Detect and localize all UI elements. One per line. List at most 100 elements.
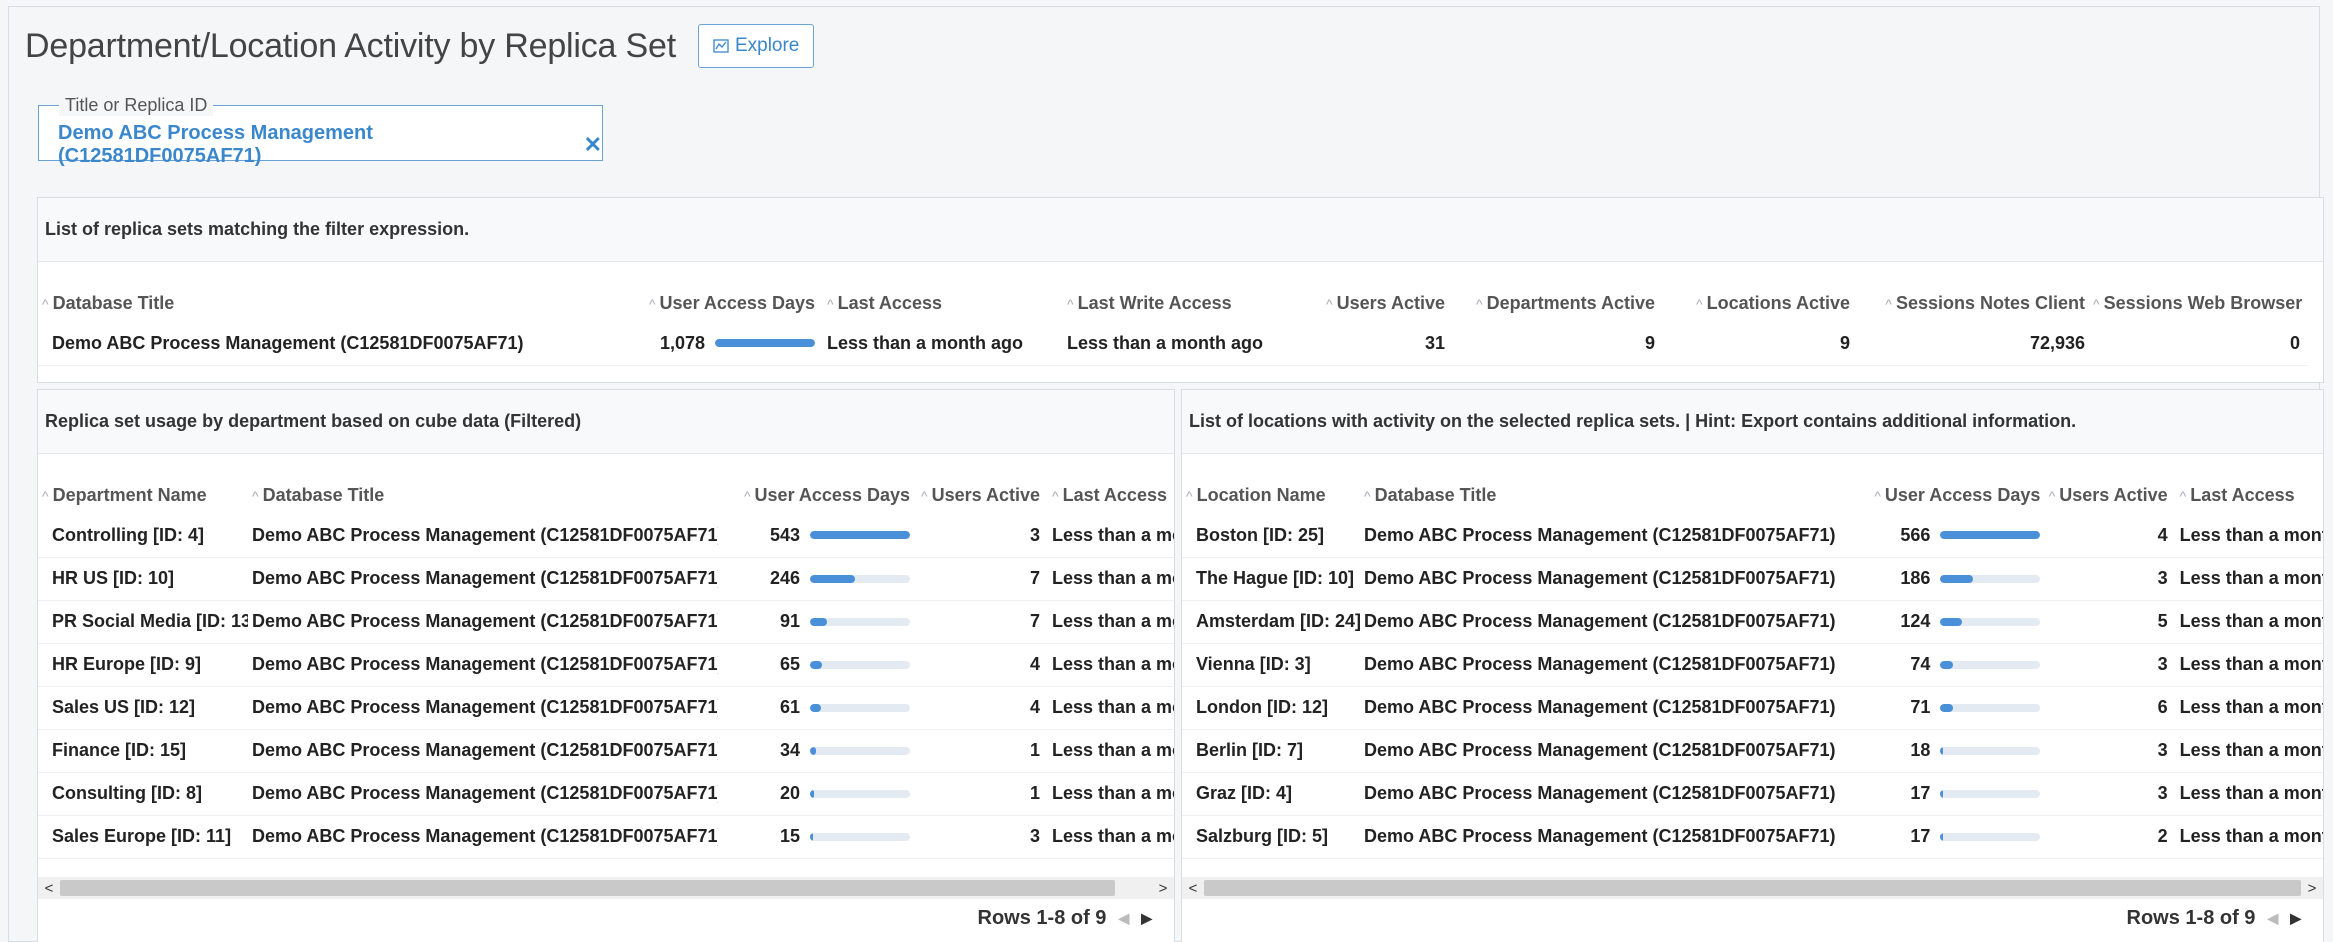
cell-users-active: 4	[918, 643, 1048, 687]
table-row[interactable]: HR Europe [ID: 9] Demo ABC Process Manage…	[38, 643, 1174, 687]
table-row[interactable]: Amsterdam [ID: 24] Demo ABC Process Manag…	[1182, 600, 2323, 644]
cell-database-title: Demo ABC Process Management (C12581DF007…	[248, 729, 718, 773]
prev-page-icon[interactable]: ◀	[2267, 910, 2278, 927]
user-access-days-value: 17	[1910, 826, 1931, 846]
scroll-right-icon[interactable]: >	[1152, 880, 1174, 897]
cell-user-access-days: 65	[718, 643, 918, 687]
table-row[interactable]: Finance [ID: 15] Demo ABC Process Managem…	[38, 729, 1174, 773]
horizontal-scrollbar[interactable]: < >	[1182, 877, 2323, 899]
user-access-days-value: 124	[1900, 611, 1931, 631]
col-header-users-active[interactable]: ^ Users Active	[918, 454, 1048, 514]
col-header-users-active[interactable]: ^ Users Active	[2048, 454, 2175, 514]
user-access-days-value: 543	[769, 524, 800, 545]
table-row[interactable]: Sales US [ID: 12] Demo ABC Process Manage…	[38, 686, 1174, 730]
user-access-days-value: 65	[779, 654, 800, 674]
table-row[interactable]: Demo ABC Process Management (C12581DF007…	[38, 322, 2308, 366]
prev-page-icon[interactable]: ◀	[1118, 910, 1129, 927]
scroll-right-icon[interactable]: >	[2301, 880, 2323, 897]
cell-name: Consulting [ID: 8]	[38, 772, 248, 816]
sort-icon: ^	[42, 488, 49, 504]
cell-users-active: 3	[918, 514, 1048, 558]
cell-user-access-days: 246	[718, 557, 918, 601]
cell-users-active: 3	[2048, 557, 2176, 601]
user-access-days-bar	[810, 746, 910, 755]
table-row[interactable]: HR US [ID: 10] Demo ABC Process Managemen…	[38, 557, 1174, 601]
cell-user-access-days: 74	[1841, 643, 2049, 687]
col-header-sessions-notes-client[interactable]: ^ Sessions Notes Client	[1858, 262, 2093, 322]
user-access-days-value: 18	[1910, 740, 1931, 760]
next-page-icon[interactable]: ▶	[1141, 910, 1152, 927]
col-header-users-active[interactable]: ^ Users Active	[1303, 262, 1453, 322]
cell-name: Sales US [ID: 12]	[38, 686, 248, 730]
bar-fill	[810, 703, 821, 712]
cell-last-access: Less than a month ago	[2175, 815, 2323, 859]
table-row[interactable]: Salzburg [ID: 5] Demo ABC Process Managem…	[1182, 815, 2323, 859]
cell-users-active: 7	[918, 600, 1048, 644]
col-header-user-access-days[interactable]: ^ User Access Days	[718, 454, 918, 514]
explore-button[interactable]: Explore	[697, 24, 815, 68]
horizontal-scrollbar[interactable]: < >	[38, 877, 1174, 899]
user-access-days-bar	[715, 339, 815, 348]
col-header-last-access[interactable]: ^ Last Access	[2176, 454, 2323, 514]
table-row[interactable]: PR Social Media [ID: 13] Demo ABC Process…	[38, 600, 1174, 644]
scroll-left-icon[interactable]: <	[1182, 880, 1204, 897]
user-access-days-bar	[1940, 789, 2041, 798]
sort-icon: ^	[2048, 488, 2056, 504]
table-row[interactable]: Controlling [ID: 4] Demo ABC Process Mana…	[38, 514, 1174, 558]
user-access-days-bar	[1940, 617, 2041, 626]
cell-name: Berlin [ID: 7]	[1182, 729, 1361, 773]
col-header-department-name[interactable]: ^ Department Name	[38, 454, 248, 514]
cell-user-access-days: 20	[718, 772, 918, 816]
scrollbar-thumb[interactable]	[1204, 880, 2301, 896]
cell-last-access: Less than a month	[1048, 772, 1174, 816]
filter-value-text: Demo ABC Process Management (C12581DF007…	[58, 122, 373, 167]
cell-database-title: Demo ABC Process Management (C12581DF007…	[1360, 600, 1842, 644]
cell-user-access-days: 18	[1841, 729, 2049, 773]
table-row[interactable]: London [ID: 12] Demo ABC Process Manageme…	[1182, 686, 2323, 730]
table-row[interactable]: The Hague [ID: 10] Demo ABC Process Manag…	[1182, 557, 2323, 601]
cell-name: Amsterdam [ID: 24]	[1182, 600, 1361, 644]
col-header-database-title[interactable]: ^ Database Title	[38, 262, 603, 322]
pagination: Rows 1-8 of 9 ◀ ▶	[2127, 906, 2301, 930]
user-access-days-value: 20	[779, 783, 800, 803]
cell-user-access-days: 1,078	[603, 322, 823, 366]
col-header-departments-active[interactable]: ^ Departments Active	[1453, 262, 1663, 322]
cell-database-title: Demo ABC Process Management (C12581DF007…	[38, 322, 603, 366]
col-header-last-access[interactable]: ^ Last Access	[823, 262, 1063, 322]
col-header-user-access-days[interactable]: ^ User Access Days	[603, 262, 823, 322]
table-row[interactable]: Berlin [ID: 7] Demo ABC Process Managemen…	[1182, 729, 2323, 773]
user-access-days-value: 566	[1900, 524, 1931, 545]
col-header-database-title[interactable]: ^ Database Title	[248, 454, 718, 514]
cell-last-access: Less than a month	[1048, 815, 1174, 859]
col-header-database-title[interactable]: ^ Database Title	[1360, 454, 1841, 514]
dashboard-page: Department/Location Activity by Replica …	[8, 6, 2324, 942]
col-header-user-access-days[interactable]: ^ User Access Days	[1841, 454, 2048, 514]
col-header-last-write-access[interactable]: ^ Last Write Access	[1063, 262, 1303, 322]
replica-sets-panel: List of replica sets matching the filter…	[37, 197, 2324, 383]
next-page-icon[interactable]: ▶	[2290, 910, 2301, 927]
col-header-location-name[interactable]: ^ Location Name	[1182, 454, 1360, 514]
cell-users-active: 31	[1303, 322, 1453, 366]
bar-fill	[1940, 531, 2041, 540]
bar-fill	[1940, 832, 1944, 841]
table-row[interactable]: Vienna [ID: 3] Demo ABC Process Managemen…	[1182, 643, 2323, 687]
cell-last-access: Less than a month	[1048, 643, 1174, 687]
cell-user-access-days: 17	[1841, 772, 2049, 816]
table-row[interactable]: Graz [ID: 4] Demo ABC Process Management …	[1182, 772, 2323, 816]
cell-last-write-access: Less than a month ago	[1063, 322, 1303, 366]
user-access-days-value: 34	[779, 740, 800, 760]
bar-fill	[1940, 574, 1974, 583]
col-header-sessions-web-browser[interactable]: ^ Sessions Web Browser	[2093, 262, 2308, 322]
col-header-locations-active[interactable]: ^ Locations Active	[1663, 262, 1858, 322]
replica-filter-field[interactable]: Title or Replica ID Demo ABC Process Man…	[38, 95, 603, 167]
user-access-days-value: 91	[779, 611, 800, 631]
bar-fill	[1940, 789, 1944, 798]
clear-filter-icon[interactable]: ✕	[584, 132, 602, 158]
table-row[interactable]: Sales Europe [ID: 11] Demo ABC Process Ma…	[38, 815, 1174, 859]
table-row[interactable]: Consulting [ID: 8] Demo ABC Process Manag…	[38, 772, 1174, 816]
scrollbar-thumb[interactable]	[60, 880, 1115, 896]
table-row[interactable]: Boston [ID: 25] Demo ABC Process Manageme…	[1182, 514, 2323, 558]
col-header-last-access[interactable]: ^ Last Access	[1048, 454, 1174, 514]
scroll-left-icon[interactable]: <	[38, 880, 60, 897]
user-access-days-value: 15	[779, 826, 800, 846]
